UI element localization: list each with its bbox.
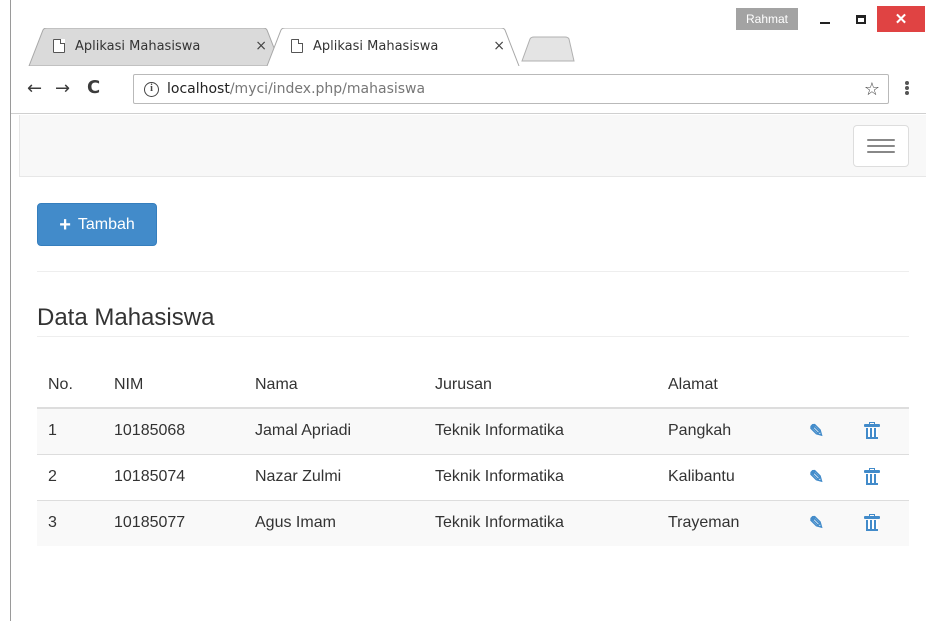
- edit-cell: ✎: [798, 499, 854, 546]
- table-header-row: No. NIM Nama Jurusan Alamat: [37, 363, 909, 409]
- address-bar[interactable]: i localhost/myci/index.php/mahasiswa ☆: [133, 74, 889, 104]
- cell-no: 2: [37, 453, 103, 500]
- tab-inactive[interactable]: Aplikasi Mahasiswa ×: [27, 28, 283, 66]
- menu-dot: [905, 81, 909, 85]
- page-title: Data Mahasiswa: [37, 304, 215, 331]
- tab-title: Aplikasi Mahasiswa: [313, 38, 439, 54]
- table-row: 1 10185068 Jamal Apriadi Teknik Informat…: [37, 407, 909, 454]
- minimize-icon: [820, 22, 830, 24]
- delete-cell: [854, 499, 909, 546]
- hamburger-menu-button[interactable]: [853, 125, 909, 167]
- edit-icon[interactable]: ✎: [809, 421, 824, 441]
- header-nama: Nama: [244, 363, 424, 409]
- header-delete: [854, 363, 909, 409]
- trash-icon[interactable]: [864, 514, 880, 532]
- page-content: + Tambah Data Mahasiswa No. NIM Nama Jur…: [11, 114, 926, 620]
- header-edit: [798, 363, 854, 409]
- bookmark-star-icon[interactable]: ☆: [864, 79, 880, 100]
- cell-jurusan: Teknik Informatika: [424, 453, 657, 500]
- maximize-icon: [856, 14, 866, 24]
- menu-dot: [905, 86, 909, 90]
- cell-jurusan: Teknik Informatika: [424, 499, 657, 546]
- cell-nama: Agus Imam: [244, 499, 424, 546]
- browser-window: Aplikasi Mahasiswa × Aplikasi Mahasiswa …: [10, 0, 926, 621]
- back-arrow-icon[interactable]: ←: [27, 78, 42, 99]
- forward-arrow-icon[interactable]: →: [55, 78, 70, 99]
- cell-nim: 10185074: [103, 453, 244, 500]
- add-button[interactable]: + Tambah: [37, 203, 157, 246]
- edit-icon[interactable]: ✎: [809, 513, 824, 533]
- trash-icon[interactable]: [864, 467, 880, 485]
- trash-icon[interactable]: [864, 422, 880, 440]
- page-icon: [53, 39, 65, 53]
- header-nim: NIM: [103, 363, 244, 409]
- students-table: No. NIM Nama Jurusan Alamat 1 10185068 J…: [37, 363, 909, 546]
- cell-alamat: Trayeman: [657, 499, 798, 546]
- close-tab-icon[interactable]: ×: [493, 38, 505, 54]
- hamburger-bar: [867, 151, 895, 153]
- header-jurusan: Jurusan: [424, 363, 657, 409]
- header-no: No.: [37, 363, 103, 409]
- navbar: [19, 115, 926, 177]
- tab-title: Aplikasi Mahasiswa: [75, 38, 201, 54]
- divider: [37, 336, 909, 337]
- edit-cell: ✎: [798, 407, 854, 454]
- info-icon[interactable]: i: [144, 81, 159, 97]
- browser-toolbar: ← → C i localhost/myci/index.php/mahasis…: [11, 66, 926, 114]
- cell-nama: Nazar Zulmi: [244, 453, 424, 500]
- plus-icon: +: [59, 213, 71, 236]
- url-host: localhost: [167, 81, 230, 97]
- reload-icon[interactable]: C: [87, 77, 100, 98]
- url-path: /myci/index.php/mahasiswa: [229, 81, 426, 97]
- cell-alamat: Kalibantu: [657, 453, 798, 500]
- table-row: 2 10185074 Nazar Zulmi Teknik Informatik…: [37, 453, 909, 500]
- close-icon: ✕: [894, 11, 908, 28]
- cell-nama: Jamal Apriadi: [244, 407, 424, 454]
- hamburger-bar: [867, 139, 895, 141]
- delete-cell: [854, 407, 909, 454]
- header-alamat: Alamat: [657, 363, 798, 409]
- cell-alamat: Pangkah: [657, 407, 798, 454]
- page-icon: [291, 39, 303, 53]
- menu-dot: [905, 91, 909, 95]
- cell-nim: 10185077: [103, 499, 244, 546]
- minimize-button[interactable]: [807, 6, 843, 32]
- tab-active[interactable]: Aplikasi Mahasiswa ×: [265, 28, 521, 66]
- cell-no: 1: [37, 407, 103, 454]
- edit-icon[interactable]: ✎: [809, 467, 824, 487]
- profile-badge[interactable]: Rahmat: [736, 8, 798, 30]
- delete-cell: [854, 453, 909, 500]
- new-tab-button[interactable]: [521, 36, 575, 62]
- add-button-label: Tambah: [77, 215, 135, 233]
- cell-no: 3: [37, 499, 103, 546]
- cell-jurusan: Teknik Informatika: [424, 407, 657, 454]
- cell-nim: 10185068: [103, 407, 244, 454]
- hamburger-bar: [867, 145, 895, 147]
- divider: [37, 271, 909, 272]
- maximize-button[interactable]: [843, 6, 879, 32]
- browser-menu-icon[interactable]: [897, 78, 917, 98]
- close-window-button[interactable]: ✕: [877, 6, 925, 32]
- edit-cell: ✎: [798, 453, 854, 500]
- table-row: 3 10185077 Agus Imam Teknik Informatika …: [37, 499, 909, 546]
